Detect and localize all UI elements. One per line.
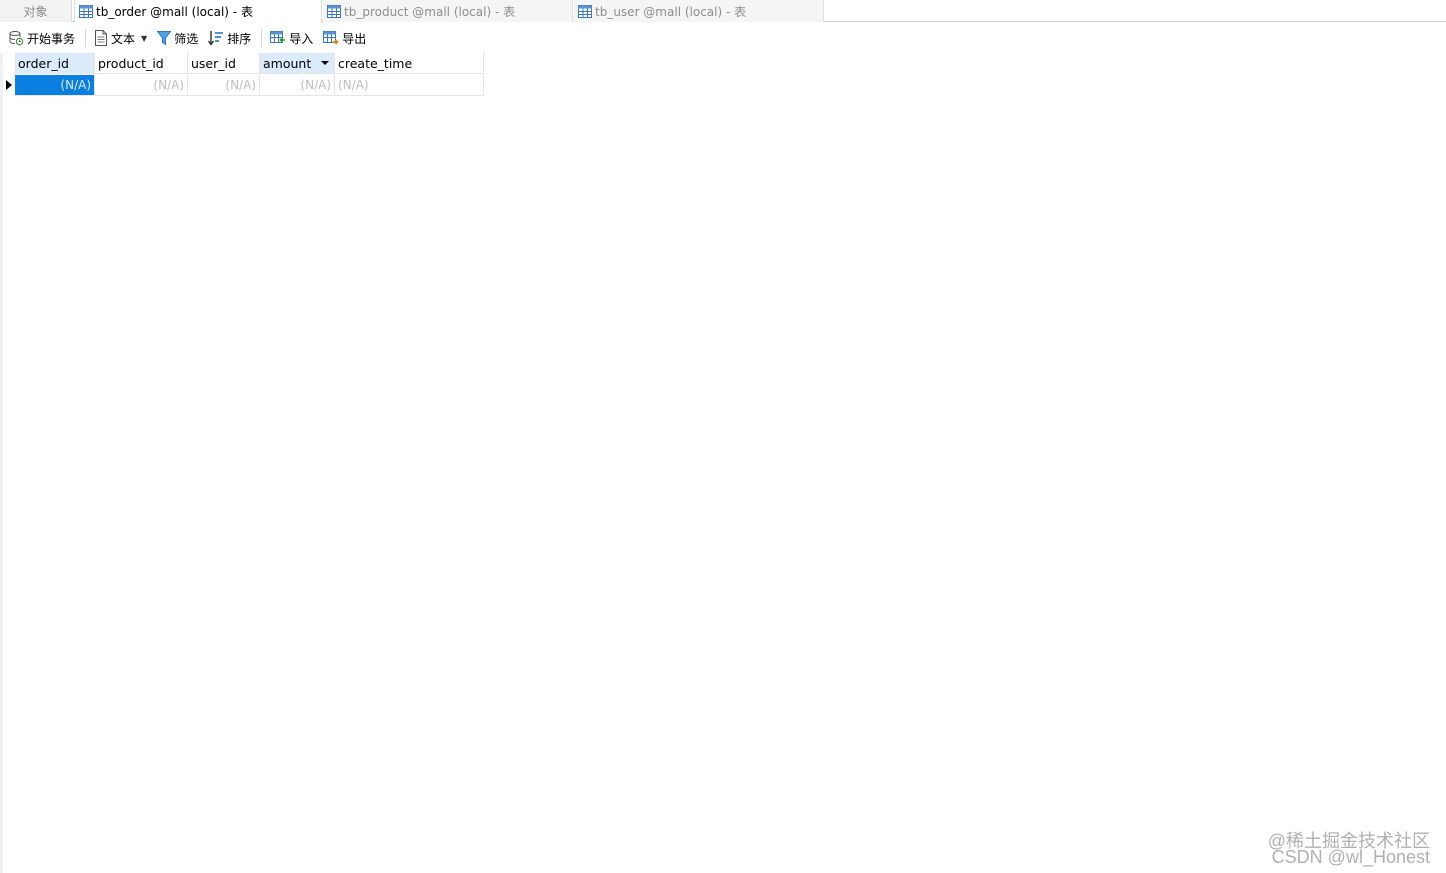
table-icon: [578, 4, 592, 18]
column-header-amount[interactable]: amount: [260, 53, 335, 74]
tab-objects[interactable]: 对象: [0, 0, 72, 22]
cell-order-id[interactable]: (N/A): [15, 75, 95, 96]
column-header-label: create_time: [338, 55, 413, 71]
table-icon: [327, 4, 341, 18]
begin-transaction-label: 开始事务: [27, 31, 76, 46]
column-header-product-id[interactable]: product_id: [95, 53, 188, 74]
cell-create-time[interactable]: (N/A): [335, 75, 484, 96]
current-row-indicator: [3, 75, 15, 96]
import-label: 导入: [289, 31, 314, 46]
header-corner: [3, 53, 15, 74]
tab-tb-user-label: tb_user @mall (local) - 表: [595, 4, 747, 19]
cell-amount[interactable]: (N/A): [260, 75, 335, 96]
tab-tb-order-label: tb_order @mall (local) - 表: [96, 5, 253, 19]
import-icon: [270, 31, 286, 43]
tab-tb-product[interactable]: tb_product @mall (local) - 表: [323, 0, 573, 22]
tab-tb-order[interactable]: tb_order @mall (local) - 表: [74, 0, 322, 23]
filter-label: 筛选: [174, 31, 199, 46]
sort-button[interactable]: 排序: [204, 27, 255, 49]
column-header-order-id[interactable]: order_id: [15, 53, 95, 74]
database-icon: [9, 31, 24, 46]
chevron-down-icon[interactable]: ▼: [141, 34, 147, 43]
watermark-line-2: CSDN @wl_Honest: [1271, 847, 1430, 867]
column-header-user-id[interactable]: user_id: [188, 53, 260, 74]
cell-product-id[interactable]: (N/A): [95, 75, 188, 96]
export-label: 导出: [342, 31, 367, 46]
data-grid: order_id product_id user_id amount creat…: [0, 53, 1446, 873]
cell-user-id[interactable]: (N/A): [188, 75, 260, 96]
dropdown-arrow-icon[interactable]: [321, 61, 329, 65]
toolbar-separator: [85, 29, 87, 47]
tab-tb-product-label: tb_product @mall (local) - 表: [344, 4, 516, 19]
export-button[interactable]: 导出: [319, 27, 370, 49]
column-header-label: product_id: [98, 55, 164, 71]
grid-header-row: order_id product_id user_id amount creat…: [3, 53, 484, 74]
watermark: @稀土掘金技术社区 CSDN @wl_Honest: [1268, 832, 1430, 867]
sort-label: 排序: [227, 31, 252, 46]
toolbar-separator: [261, 29, 263, 47]
tab-bar: 对象 tb_order @mall (local) - 表 tb_product…: [0, 0, 1446, 23]
table-icon: [79, 5, 93, 18]
document-icon: [95, 30, 108, 46]
filter-icon: [157, 31, 172, 46]
column-header-label: order_id: [18, 55, 69, 71]
navicat-window: 对象 tb_order @mall (local) - 表 tb_product…: [0, 0, 1446, 873]
text-view-button[interactable]: 文本 ▼: [90, 27, 151, 49]
begin-transaction-button[interactable]: 开始事务: [4, 27, 79, 49]
column-header-label: amount: [263, 55, 312, 71]
export-icon: [323, 31, 339, 45]
tab-tb-user[interactable]: tb_user @mall (local) - 表: [574, 0, 824, 22]
column-header-label: user_id: [191, 55, 236, 71]
tab-objects-label: 对象: [23, 4, 48, 19]
column-header-create-time[interactable]: create_time: [335, 53, 484, 74]
toolbar: 开始事务 文本 ▼ 筛选 排序 导入 导出: [0, 23, 1446, 53]
row-pointer-icon: [6, 80, 12, 90]
sort-icon: [208, 31, 224, 46]
filter-button[interactable]: 筛选: [153, 27, 202, 49]
text-view-label: 文本: [111, 31, 136, 46]
import-button[interactable]: 导入: [266, 27, 317, 49]
table-row[interactable]: (N/A) (N/A) (N/A) (N/A) (N/A): [3, 75, 484, 96]
